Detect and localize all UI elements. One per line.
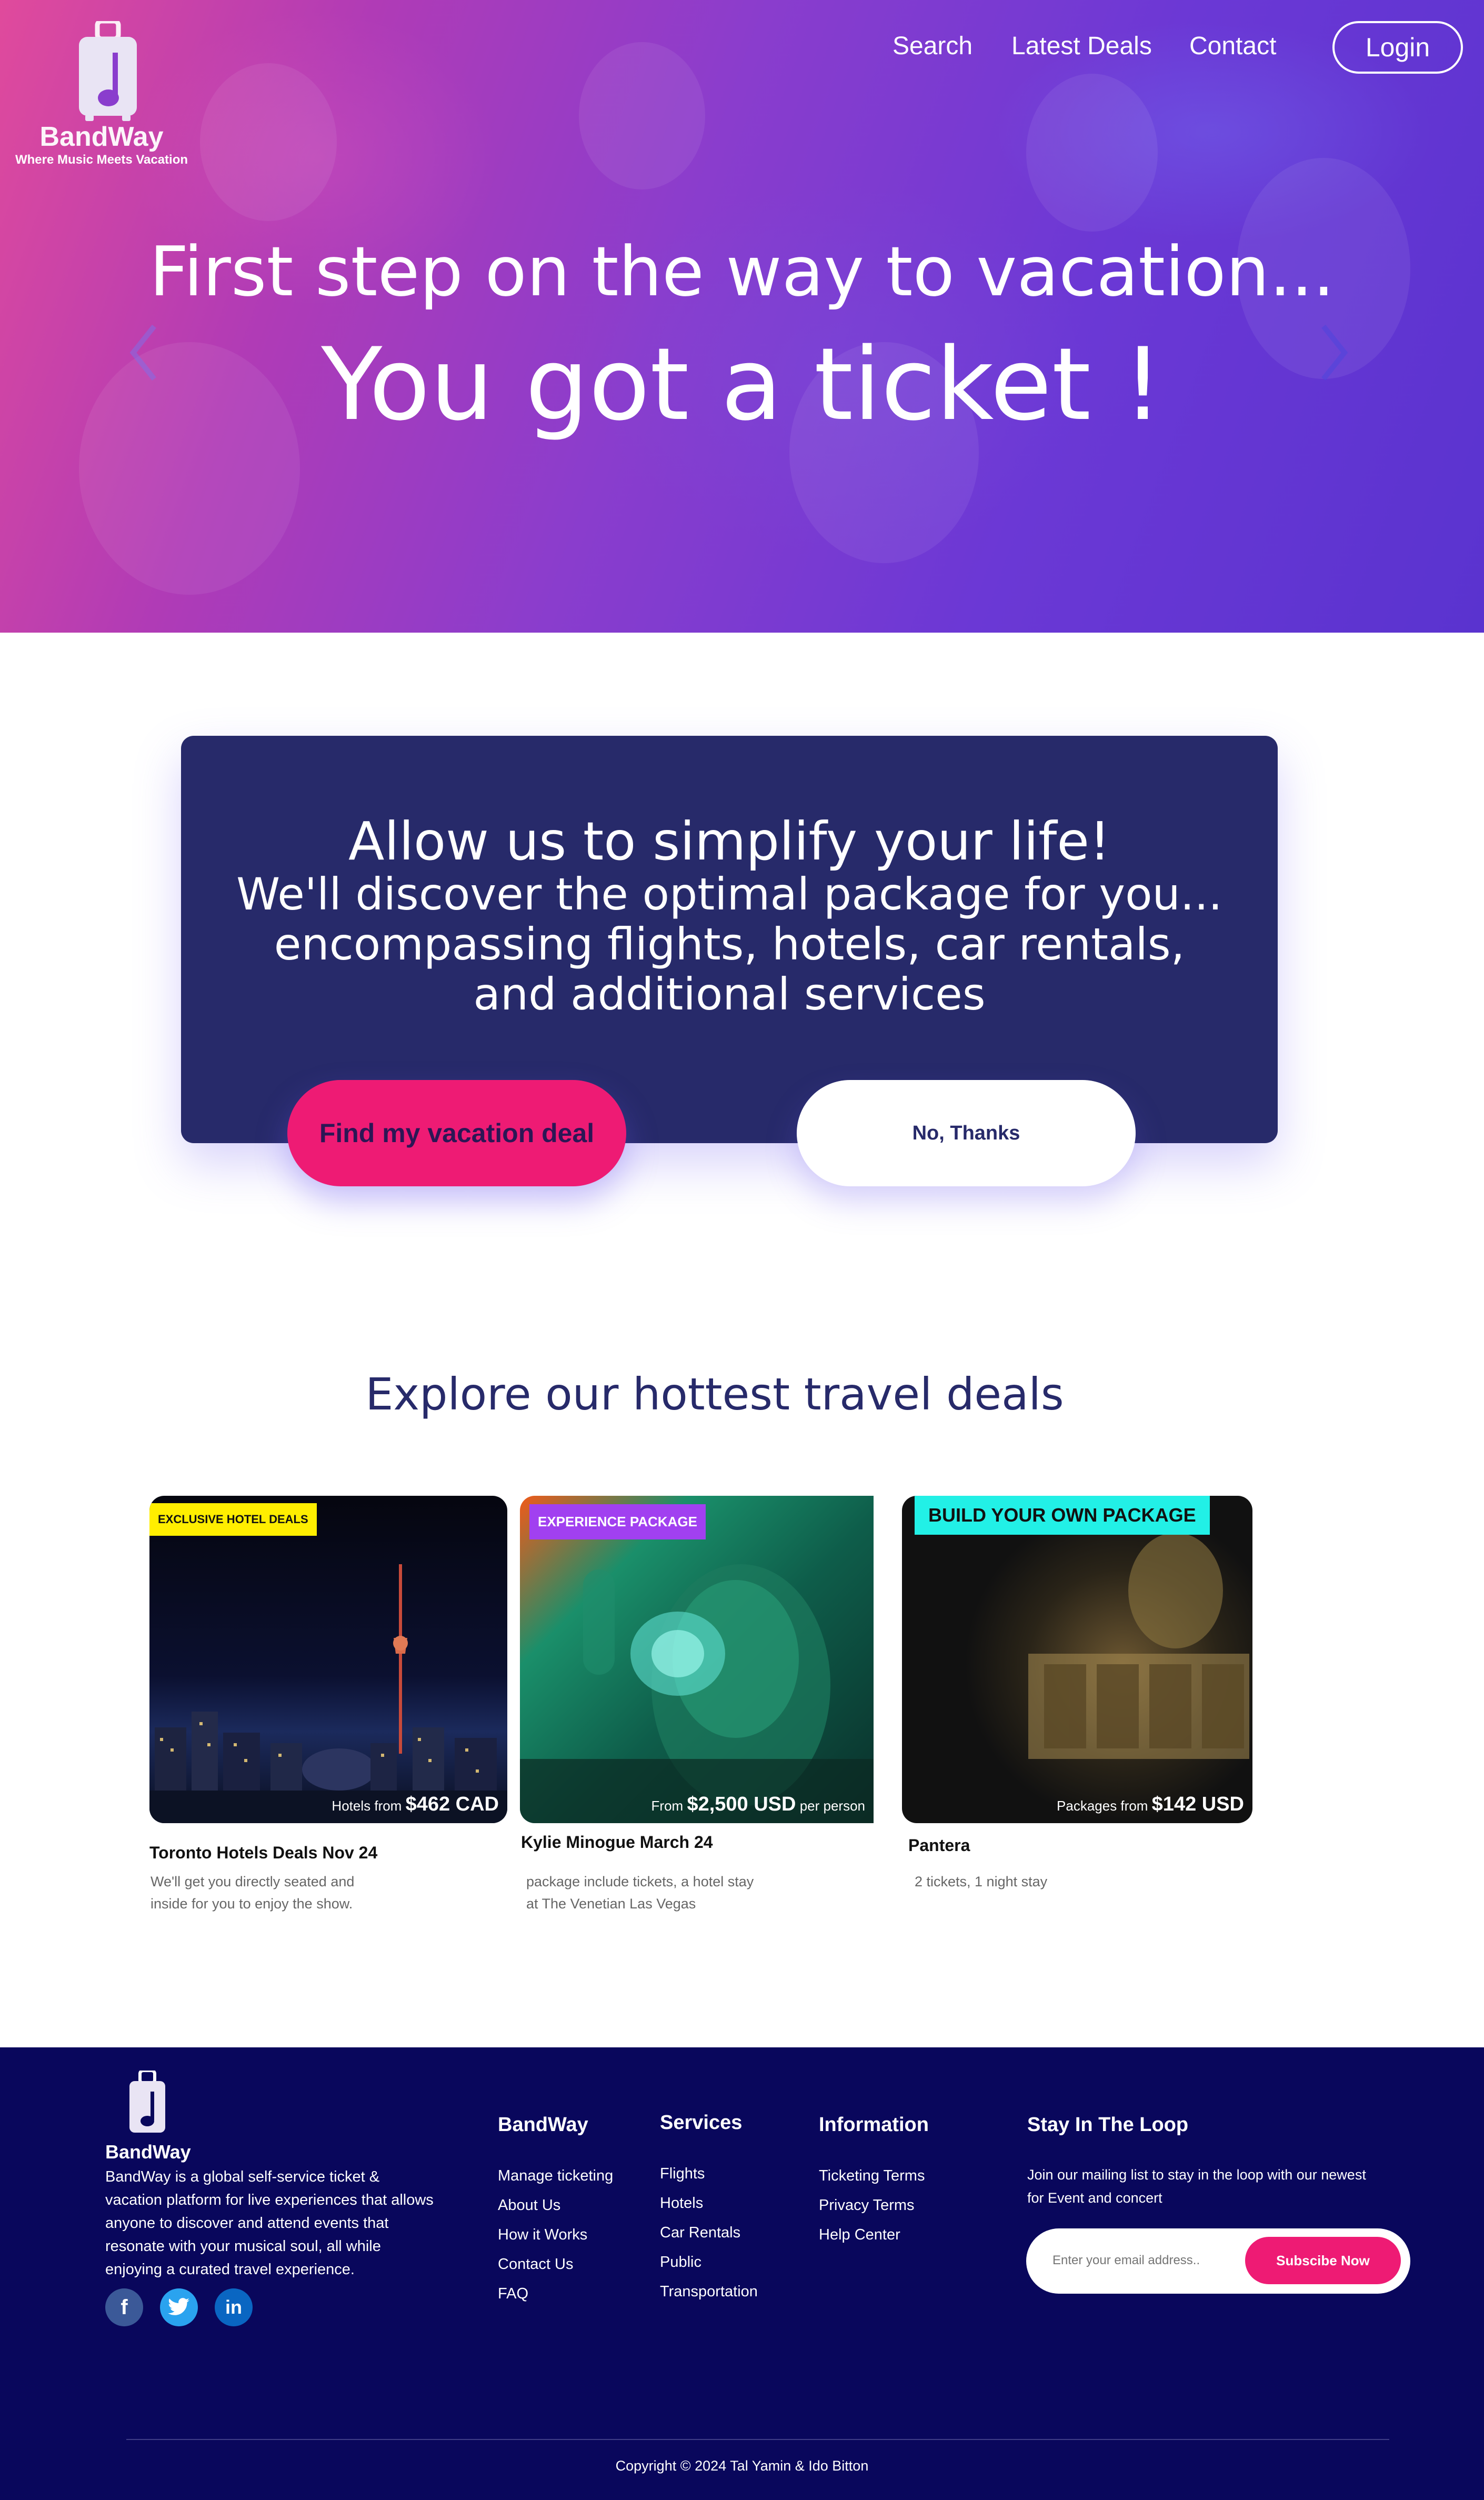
promo-line: and additional services: [473, 968, 986, 1020]
newsletter-form: Subscibe Now: [1026, 2228, 1410, 2294]
concert-artist-image: [520, 1564, 874, 1823]
crowd-shape: [1026, 74, 1158, 232]
crowd-shape: [200, 63, 337, 221]
deal-card-image[interactable]: EXCLUSIVE HOTEL DEALS Hotels from $462 C…: [149, 1496, 507, 1823]
brand-logo[interactable]: BandWay Where Music Meets Vacation: [15, 21, 188, 179]
twitter-bird-glyph: [168, 2298, 189, 2315]
deal-desc-line: at The Venetian Las Vegas: [526, 1896, 696, 1912]
price-suffix: per person: [799, 1798, 865, 1814]
footer-link-contact-us[interactable]: Contact Us: [498, 2256, 573, 2273]
hero-subtitle: First step on the way to vacation...: [149, 232, 1335, 312]
nav-search[interactable]: Search: [893, 32, 972, 61]
footer-link-car-rentals[interactable]: Car Rentals: [660, 2224, 740, 2242]
deal-desc: 2 tickets, 1 night stay: [915, 1871, 1047, 1893]
newsletter-heading: Stay In The Loop: [1027, 2114, 1189, 2136]
deal-price: Packages from $142 USD: [1048, 1786, 1252, 1823]
nav-latest-deals[interactable]: Latest Deals: [1011, 32, 1152, 61]
footer-link-ticketing-terms[interactable]: Ticketing Terms: [819, 2167, 925, 2185]
facebook-glyph: f: [121, 2295, 128, 2319]
deal-badge: BUILD YOUR OWN PACKAGE: [915, 1496, 1210, 1535]
toronto-skyline-image: [149, 1564, 507, 1823]
hero-banner: BandWay Where Music Meets Vacation Searc…: [0, 0, 1484, 633]
promo-line: encompassing flights, hotels, car rental…: [274, 918, 1185, 970]
find-vacation-deal-button[interactable]: Find my vacation deal: [287, 1080, 626, 1186]
email-input[interactable]: [1052, 2247, 1258, 2274]
linkedin-glyph: in: [225, 2296, 242, 2318]
copyright-text: Copyright © 2024 Tal Yamin & Ido Bitton: [615, 2458, 869, 2474]
footer-link-public[interactable]: Public: [660, 2254, 701, 2271]
footer-about-line: BandWay is a global self-service ticket …: [105, 2168, 380, 2185]
footer-brand: BandWay: [105, 2141, 191, 2163]
footer-col-heading: Services: [660, 2112, 743, 2134]
login-button[interactable]: Login: [1332, 21, 1463, 74]
footer-about-line: resonate with your musical soul, all whi…: [105, 2238, 381, 2255]
deal-card-image[interactable]: EXPERIENCE PACKAGE From $2,500 USD per p…: [520, 1496, 874, 1823]
subscribe-button[interactable]: Subscibe Now: [1245, 2237, 1401, 2284]
footer-col-heading: Information: [819, 2114, 929, 2136]
promo-line: We'll discover the optimal package for y…: [236, 868, 1222, 920]
linkedin-icon[interactable]: in: [215, 2288, 253, 2326]
deal-desc-line: inside for you to enjoy the show.: [151, 1896, 353, 1912]
deal-title[interactable]: Toronto Hotels Deals Nov 24: [149, 1843, 377, 1863]
chevron-right-icon[interactable]: [1316, 321, 1352, 384]
deal-desc: package include tickets, a hotel stay at…: [526, 1871, 754, 1915]
footer-col-heading: BandWay: [498, 2114, 588, 2136]
nav-contact[interactable]: Contact: [1189, 32, 1276, 61]
footer-link-help-center[interactable]: Help Center: [819, 2226, 900, 2244]
price-prefix: From: [651, 1798, 684, 1814]
price-value: $462 CAD: [405, 1793, 499, 1815]
footer-about-line: anyone to discover and attend events tha…: [105, 2215, 389, 2232]
newsletter-text: Join our mailing list to stay in the loo…: [1027, 2163, 1366, 2209]
crowd-shape: [579, 42, 705, 189]
footer-link-about-us[interactable]: About Us: [498, 2197, 560, 2214]
deals-heading: Explore our hottest travel deals: [365, 1368, 1064, 1420]
twitter-icon[interactable]: [160, 2288, 198, 2326]
price-value: $2,500 USD: [687, 1793, 796, 1815]
promo-heading: Allow us to simplify your life!: [348, 811, 1110, 872]
footer-link-hotels[interactable]: Hotels: [660, 2195, 703, 2212]
footer-about: BandWay is a global self-service ticket …: [105, 2165, 434, 2281]
newsletter-text-line: for Event and concert: [1027, 2190, 1162, 2206]
deal-title[interactable]: Kylie Minogue March 24: [521, 1833, 713, 1852]
footer-link-how-it-works[interactable]: How it Works: [498, 2226, 587, 2244]
hero-title: You got a ticket !: [321, 326, 1163, 443]
deal-badge: EXPERIENCE PACKAGE: [529, 1504, 706, 1539]
footer-about-line: vacation platform for live experiences t…: [105, 2192, 434, 2208]
logo-tagline: Where Music Meets Vacation: [15, 153, 188, 167]
footer-about-line: enjoying a curated travel experience.: [105, 2261, 355, 2278]
deal-title[interactable]: Pantera: [908, 1836, 970, 1855]
footer-link-transportation[interactable]: Transportation: [660, 2283, 758, 2301]
price-prefix: Packages from: [1057, 1798, 1148, 1814]
facebook-icon[interactable]: f: [105, 2288, 143, 2326]
footer-link-faq[interactable]: FAQ: [498, 2285, 528, 2303]
deal-price: From $2,500 USD per person: [643, 1786, 874, 1823]
deal-price: Hotels from $462 CAD: [323, 1786, 507, 1823]
no-thanks-button[interactable]: No, Thanks: [797, 1080, 1136, 1186]
deal-card-image[interactable]: BUILD YOUR OWN PACKAGE Packages from $14…: [902, 1496, 1252, 1823]
deal-desc-line: We'll get you directly seated and: [151, 1874, 355, 1889]
newsletter-text-line: Join our mailing list to stay in the loo…: [1027, 2167, 1366, 2183]
deal-desc: We'll get you directly seated and inside…: [151, 1871, 354, 1915]
footer-divider: [126, 2439, 1389, 2440]
footer-link-flights[interactable]: Flights: [660, 2165, 705, 2183]
deal-badge: EXCLUSIVE HOTEL DEALS: [149, 1503, 317, 1536]
footer-link-privacy-terms[interactable]: Privacy Terms: [819, 2197, 915, 2214]
band-logo-image: [1028, 1533, 1249, 1759]
chevron-left-icon[interactable]: [125, 321, 162, 384]
price-value: $142 USD: [1151, 1793, 1244, 1815]
deal-desc-line: package include tickets, a hotel stay: [526, 1874, 754, 1889]
luggage-music-note-icon: [129, 2071, 165, 2133]
price-prefix: Hotels from: [332, 1798, 402, 1814]
luggage-music-note-icon: [79, 21, 137, 121]
logo-name: BandWay: [39, 122, 164, 152]
footer-link-manage-ticketing[interactable]: Manage ticketing: [498, 2167, 613, 2185]
deal-desc-line: 2 tickets, 1 night stay: [915, 1874, 1048, 1889]
